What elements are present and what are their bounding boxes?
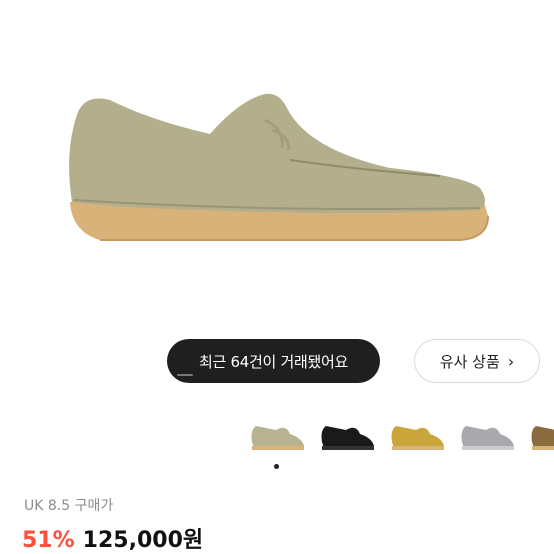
chevron-right-icon: ›	[507, 351, 515, 371]
recent-trades-banner: 최근 64건이 거래됐어요	[167, 339, 380, 383]
thumbnail-black[interactable]	[316, 412, 380, 458]
discount-rate: 51%	[22, 528, 75, 553]
thumbnail-grey[interactable]	[456, 412, 520, 458]
similar-products-label: 유사 상품	[439, 352, 500, 371]
thumbnail-yellow[interactable]	[386, 412, 450, 458]
shoe-illustration	[69, 93, 489, 241]
color-thumbnails	[0, 412, 554, 462]
pagination-dot	[274, 464, 279, 469]
price-row: 51% 125,000원	[22, 522, 203, 554]
banner-underline	[177, 374, 193, 376]
product-image	[60, 90, 500, 280]
price-amount: 125,000원	[82, 528, 204, 553]
thumbnail-olive[interactable]	[246, 412, 310, 458]
recent-trades-text: 최근 64건이 거래됐어요	[199, 352, 348, 371]
size-purchase-label: UK 8.5 구매가	[24, 498, 114, 514]
thumbnail-brown[interactable]	[526, 412, 554, 458]
similar-products-button[interactable]: 유사 상품 ›	[414, 339, 540, 383]
